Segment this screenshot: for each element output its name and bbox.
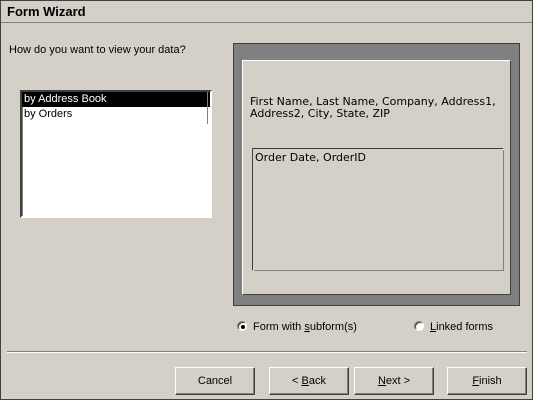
radio-checked-icon bbox=[237, 321, 247, 331]
cancel-button[interactable]: Cancel bbox=[175, 367, 255, 395]
title-bar[interactable]: Form Wizard bbox=[1, 1, 532, 23]
back-button[interactable]: < Back bbox=[269, 367, 349, 395]
main-form-fields-text: First Name, Last Name, Company, Address1… bbox=[250, 95, 496, 120]
next-button[interactable]: Next > bbox=[354, 367, 434, 395]
form-wizard-window: Form Wizard How do you want to view your… bbox=[0, 0, 533, 400]
main-form-preview: First Name, Last Name, Company, Address1… bbox=[242, 60, 511, 295]
finish-button[interactable]: Finish bbox=[447, 367, 527, 395]
layout-preview-frame: First Name, Last Name, Company, Address1… bbox=[233, 43, 520, 306]
subform-preview: Order Date, OrderID bbox=[252, 148, 504, 271]
linked-forms-label: Linked forms bbox=[430, 321, 493, 333]
list-item-by-address-book[interactable]: by Address Book bbox=[22, 92, 210, 107]
view-options-listbox[interactable]: by Address Book by Orders bbox=[20, 90, 212, 218]
list-divider bbox=[207, 92, 208, 124]
subform-fields-text: Order Date, OrderID bbox=[255, 151, 367, 164]
view-question-label: How do you want to view your data? bbox=[9, 44, 186, 56]
radio-unchecked-icon bbox=[414, 321, 424, 331]
window-title: Form Wizard bbox=[7, 4, 86, 19]
form-with-subforms-label: Form with subform(s) bbox=[253, 321, 357, 333]
list-item-by-orders[interactable]: by Orders bbox=[22, 107, 210, 122]
footer-separator-highlight bbox=[7, 352, 527, 353]
